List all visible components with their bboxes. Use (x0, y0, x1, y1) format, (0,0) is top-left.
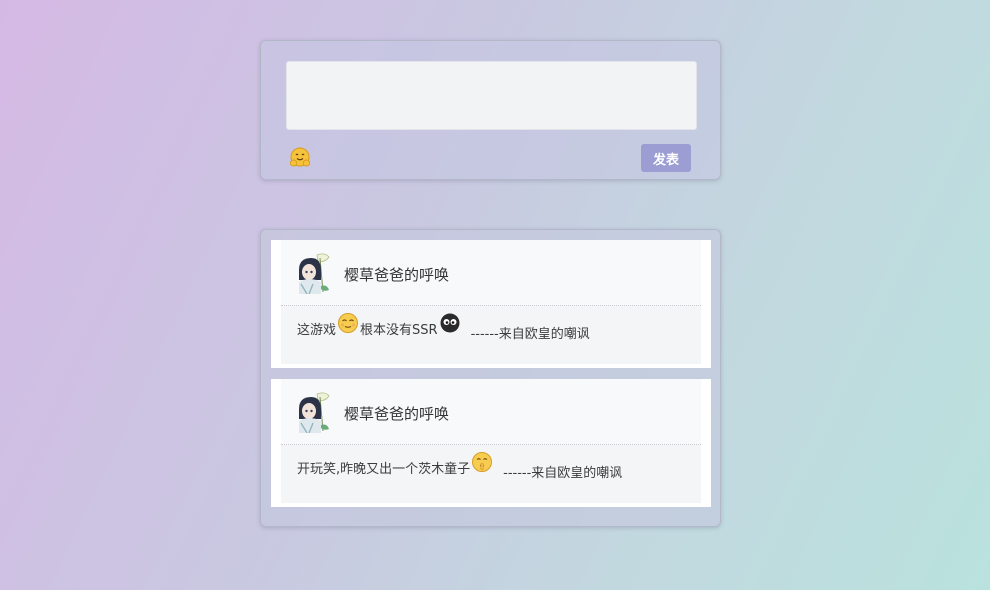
post-content: 这游戏 根本没有SSR ------来自欧皇的嘲讽 (297, 313, 590, 342)
hugging-face-icon[interactable] (288, 146, 312, 170)
post-body: 这游戏 根本没有SSR ------来自欧皇的嘲讽 (281, 306, 701, 364)
post-signature: ------来自欧皇的嘲讽 (470, 326, 590, 342)
post-button[interactable]: 发表 (641, 144, 691, 172)
black-ball-eyes-icon (440, 313, 460, 333)
post-content: 开玩笑,昨晚又出一个茨木童子 ------来自欧皇的嘲讽 (297, 452, 623, 481)
post-text-segment: 开玩笑,昨晚又出一个茨木童子 (297, 461, 471, 477)
post-feed: 樱草爸爸的呼唤 这游戏 根本没有SSR ------来自欧皇的嘲讽 樱草爸爸的呼… (260, 229, 721, 527)
post-input[interactable] (286, 61, 697, 130)
post-header: 樱草爸爸的呼唤 (281, 240, 701, 306)
anime-character-avatar (299, 392, 330, 433)
relieved-face-icon (338, 313, 359, 333)
post-body: 开玩笑,昨晚又出一个茨木童子 ------来自欧皇的嘲讽 (281, 445, 701, 503)
post-username[interactable]: 樱草爸爸的呼唤 (344, 264, 449, 285)
post-text-segment: 根本没有SSR (360, 322, 438, 338)
compose-panel: 发表 (260, 40, 721, 180)
post-item: 樱草爸爸的呼唤 这游戏 根本没有SSR ------来自欧皇的嘲讽 (271, 240, 711, 368)
post-item: 樱草爸爸的呼唤 开玩笑,昨晚又出一个茨木童子 ------来自欧皇的嘲讽 (271, 379, 711, 507)
post-header: 樱草爸爸的呼唤 (281, 379, 701, 445)
post-signature: ------来自欧皇的嘲讽 (503, 465, 623, 481)
post-text-segment: 这游戏 (297, 322, 337, 338)
shushing-face-icon (472, 452, 493, 472)
post-username[interactable]: 樱草爸爸的呼唤 (344, 403, 449, 424)
anime-character-avatar (299, 253, 330, 294)
